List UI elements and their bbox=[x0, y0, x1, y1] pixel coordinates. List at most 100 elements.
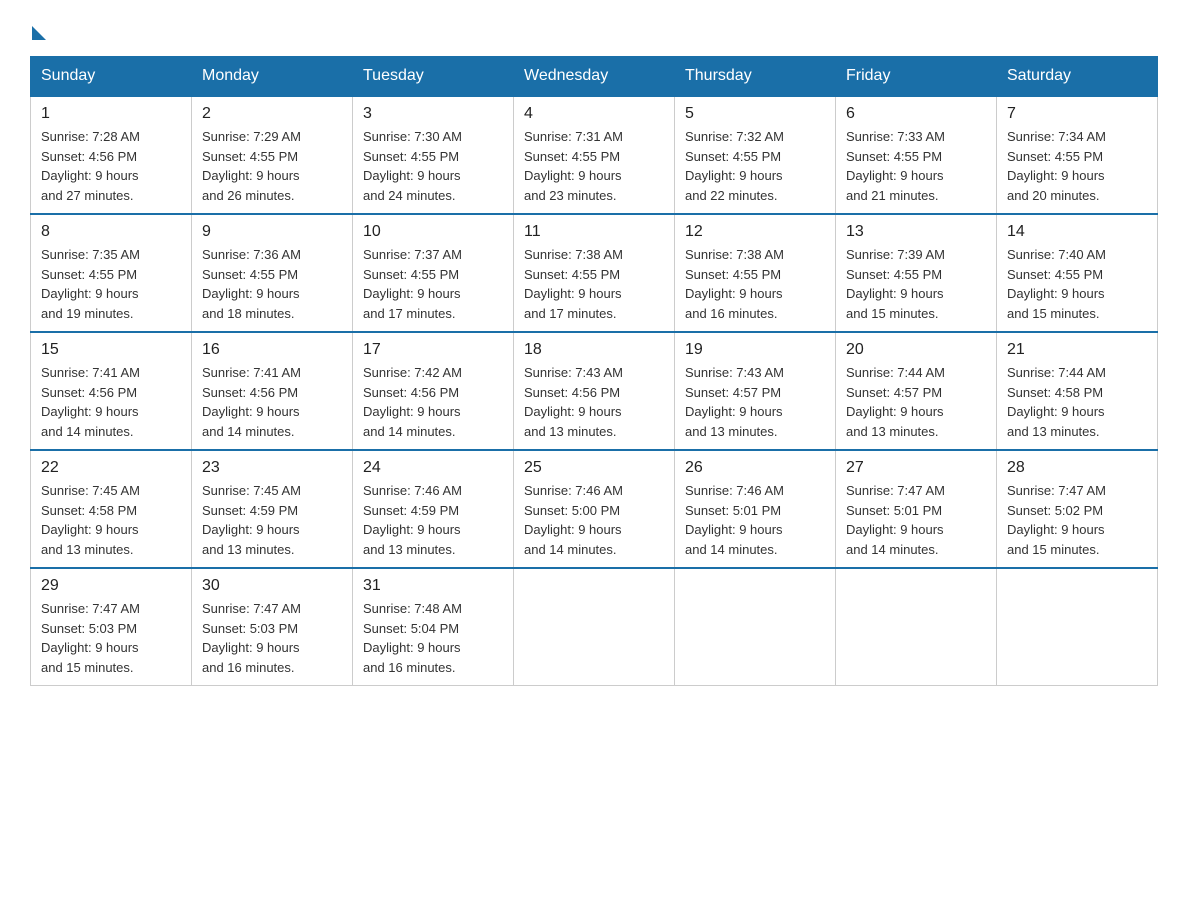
day-info: Sunrise: 7:47 AM Sunset: 5:02 PM Dayligh… bbox=[1007, 481, 1147, 559]
header-day-tuesday: Tuesday bbox=[353, 57, 514, 97]
day-number: 7 bbox=[1007, 105, 1147, 123]
calendar-cell: 7 Sunrise: 7:34 AM Sunset: 4:55 PM Dayli… bbox=[997, 96, 1158, 214]
day-info: Sunrise: 7:29 AM Sunset: 4:55 PM Dayligh… bbox=[202, 127, 342, 205]
day-number: 14 bbox=[1007, 223, 1147, 241]
day-info: Sunrise: 7:45 AM Sunset: 4:59 PM Dayligh… bbox=[202, 481, 342, 559]
calendar-cell bbox=[675, 568, 836, 686]
calendar-cell bbox=[836, 568, 997, 686]
calendar-cell: 5 Sunrise: 7:32 AM Sunset: 4:55 PM Dayli… bbox=[675, 96, 836, 214]
day-info: Sunrise: 7:40 AM Sunset: 4:55 PM Dayligh… bbox=[1007, 245, 1147, 323]
day-number: 29 bbox=[41, 577, 181, 595]
calendar-cell: 14 Sunrise: 7:40 AM Sunset: 4:55 PM Dayl… bbox=[997, 214, 1158, 332]
day-info: Sunrise: 7:38 AM Sunset: 4:55 PM Dayligh… bbox=[685, 245, 825, 323]
calendar-cell: 29 Sunrise: 7:47 AM Sunset: 5:03 PM Dayl… bbox=[31, 568, 192, 686]
day-info: Sunrise: 7:32 AM Sunset: 4:55 PM Dayligh… bbox=[685, 127, 825, 205]
day-number: 20 bbox=[846, 341, 986, 359]
day-number: 15 bbox=[41, 341, 181, 359]
calendar-cell: 24 Sunrise: 7:46 AM Sunset: 4:59 PM Dayl… bbox=[353, 450, 514, 568]
calendar-header: SundayMondayTuesdayWednesdayThursdayFrid… bbox=[31, 57, 1158, 97]
day-number: 9 bbox=[202, 223, 342, 241]
calendar-cell: 30 Sunrise: 7:47 AM Sunset: 5:03 PM Dayl… bbox=[192, 568, 353, 686]
calendar-cell: 2 Sunrise: 7:29 AM Sunset: 4:55 PM Dayli… bbox=[192, 96, 353, 214]
calendar-cell: 8 Sunrise: 7:35 AM Sunset: 4:55 PM Dayli… bbox=[31, 214, 192, 332]
day-info: Sunrise: 7:28 AM Sunset: 4:56 PM Dayligh… bbox=[41, 127, 181, 205]
day-info: Sunrise: 7:41 AM Sunset: 4:56 PM Dayligh… bbox=[41, 363, 181, 441]
header-day-monday: Monday bbox=[192, 57, 353, 97]
calendar-body: 1 Sunrise: 7:28 AM Sunset: 4:56 PM Dayli… bbox=[31, 96, 1158, 686]
day-info: Sunrise: 7:35 AM Sunset: 4:55 PM Dayligh… bbox=[41, 245, 181, 323]
calendar-cell: 21 Sunrise: 7:44 AM Sunset: 4:58 PM Dayl… bbox=[997, 332, 1158, 450]
calendar-cell: 11 Sunrise: 7:38 AM Sunset: 4:55 PM Dayl… bbox=[514, 214, 675, 332]
calendar-cell: 6 Sunrise: 7:33 AM Sunset: 4:55 PM Dayli… bbox=[836, 96, 997, 214]
day-info: Sunrise: 7:43 AM Sunset: 4:57 PM Dayligh… bbox=[685, 363, 825, 441]
header-day-thursday: Thursday bbox=[675, 57, 836, 97]
day-info: Sunrise: 7:47 AM Sunset: 5:01 PM Dayligh… bbox=[846, 481, 986, 559]
week-row-4: 22 Sunrise: 7:45 AM Sunset: 4:58 PM Dayl… bbox=[31, 450, 1158, 568]
day-number: 2 bbox=[202, 105, 342, 123]
day-number: 23 bbox=[202, 459, 342, 477]
day-info: Sunrise: 7:44 AM Sunset: 4:58 PM Dayligh… bbox=[1007, 363, 1147, 441]
day-info: Sunrise: 7:33 AM Sunset: 4:55 PM Dayligh… bbox=[846, 127, 986, 205]
calendar-cell: 31 Sunrise: 7:48 AM Sunset: 5:04 PM Dayl… bbox=[353, 568, 514, 686]
day-number: 30 bbox=[202, 577, 342, 595]
day-info: Sunrise: 7:31 AM Sunset: 4:55 PM Dayligh… bbox=[524, 127, 664, 205]
day-number: 1 bbox=[41, 105, 181, 123]
day-number: 3 bbox=[363, 105, 503, 123]
calendar-cell: 20 Sunrise: 7:44 AM Sunset: 4:57 PM Dayl… bbox=[836, 332, 997, 450]
day-number: 28 bbox=[1007, 459, 1147, 477]
week-row-3: 15 Sunrise: 7:41 AM Sunset: 4:56 PM Dayl… bbox=[31, 332, 1158, 450]
day-info: Sunrise: 7:34 AM Sunset: 4:55 PM Dayligh… bbox=[1007, 127, 1147, 205]
calendar-cell: 26 Sunrise: 7:46 AM Sunset: 5:01 PM Dayl… bbox=[675, 450, 836, 568]
calendar-cell: 27 Sunrise: 7:47 AM Sunset: 5:01 PM Dayl… bbox=[836, 450, 997, 568]
day-info: Sunrise: 7:41 AM Sunset: 4:56 PM Dayligh… bbox=[202, 363, 342, 441]
header-day-wednesday: Wednesday bbox=[514, 57, 675, 97]
calendar-cell: 28 Sunrise: 7:47 AM Sunset: 5:02 PM Dayl… bbox=[997, 450, 1158, 568]
calendar-cell: 17 Sunrise: 7:42 AM Sunset: 4:56 PM Dayl… bbox=[353, 332, 514, 450]
day-number: 25 bbox=[524, 459, 664, 477]
day-info: Sunrise: 7:39 AM Sunset: 4:55 PM Dayligh… bbox=[846, 245, 986, 323]
day-info: Sunrise: 7:47 AM Sunset: 5:03 PM Dayligh… bbox=[41, 599, 181, 677]
calendar-table: SundayMondayTuesdayWednesdayThursdayFrid… bbox=[30, 56, 1158, 686]
calendar-cell: 15 Sunrise: 7:41 AM Sunset: 4:56 PM Dayl… bbox=[31, 332, 192, 450]
logo bbox=[30, 20, 46, 36]
calendar-cell: 19 Sunrise: 7:43 AM Sunset: 4:57 PM Dayl… bbox=[675, 332, 836, 450]
calendar-cell bbox=[997, 568, 1158, 686]
calendar-cell: 16 Sunrise: 7:41 AM Sunset: 4:56 PM Dayl… bbox=[192, 332, 353, 450]
day-info: Sunrise: 7:45 AM Sunset: 4:58 PM Dayligh… bbox=[41, 481, 181, 559]
day-info: Sunrise: 7:30 AM Sunset: 4:55 PM Dayligh… bbox=[363, 127, 503, 205]
day-info: Sunrise: 7:46 AM Sunset: 5:01 PM Dayligh… bbox=[685, 481, 825, 559]
calendar-cell: 1 Sunrise: 7:28 AM Sunset: 4:56 PM Dayli… bbox=[31, 96, 192, 214]
day-number: 4 bbox=[524, 105, 664, 123]
calendar-cell: 12 Sunrise: 7:38 AM Sunset: 4:55 PM Dayl… bbox=[675, 214, 836, 332]
week-row-1: 1 Sunrise: 7:28 AM Sunset: 4:56 PM Dayli… bbox=[31, 96, 1158, 214]
day-number: 16 bbox=[202, 341, 342, 359]
calendar-cell: 3 Sunrise: 7:30 AM Sunset: 4:55 PM Dayli… bbox=[353, 96, 514, 214]
calendar-cell: 13 Sunrise: 7:39 AM Sunset: 4:55 PM Dayl… bbox=[836, 214, 997, 332]
day-number: 12 bbox=[685, 223, 825, 241]
day-number: 26 bbox=[685, 459, 825, 477]
calendar-cell bbox=[514, 568, 675, 686]
week-row-5: 29 Sunrise: 7:47 AM Sunset: 5:03 PM Dayl… bbox=[31, 568, 1158, 686]
day-info: Sunrise: 7:48 AM Sunset: 5:04 PM Dayligh… bbox=[363, 599, 503, 677]
day-number: 31 bbox=[363, 577, 503, 595]
day-number: 13 bbox=[846, 223, 986, 241]
calendar-cell: 9 Sunrise: 7:36 AM Sunset: 4:55 PM Dayli… bbox=[192, 214, 353, 332]
day-info: Sunrise: 7:44 AM Sunset: 4:57 PM Dayligh… bbox=[846, 363, 986, 441]
week-row-2: 8 Sunrise: 7:35 AM Sunset: 4:55 PM Dayli… bbox=[31, 214, 1158, 332]
header-day-friday: Friday bbox=[836, 57, 997, 97]
day-info: Sunrise: 7:46 AM Sunset: 5:00 PM Dayligh… bbox=[524, 481, 664, 559]
page-header bbox=[30, 20, 1158, 36]
day-number: 8 bbox=[41, 223, 181, 241]
day-info: Sunrise: 7:43 AM Sunset: 4:56 PM Dayligh… bbox=[524, 363, 664, 441]
day-number: 27 bbox=[846, 459, 986, 477]
day-number: 24 bbox=[363, 459, 503, 477]
day-info: Sunrise: 7:38 AM Sunset: 4:55 PM Dayligh… bbox=[524, 245, 664, 323]
day-number: 5 bbox=[685, 105, 825, 123]
day-number: 19 bbox=[685, 341, 825, 359]
day-info: Sunrise: 7:42 AM Sunset: 4:56 PM Dayligh… bbox=[363, 363, 503, 441]
day-number: 22 bbox=[41, 459, 181, 477]
day-number: 17 bbox=[363, 341, 503, 359]
calendar-cell: 10 Sunrise: 7:37 AM Sunset: 4:55 PM Dayl… bbox=[353, 214, 514, 332]
calendar-cell: 23 Sunrise: 7:45 AM Sunset: 4:59 PM Dayl… bbox=[192, 450, 353, 568]
day-info: Sunrise: 7:47 AM Sunset: 5:03 PM Dayligh… bbox=[202, 599, 342, 677]
